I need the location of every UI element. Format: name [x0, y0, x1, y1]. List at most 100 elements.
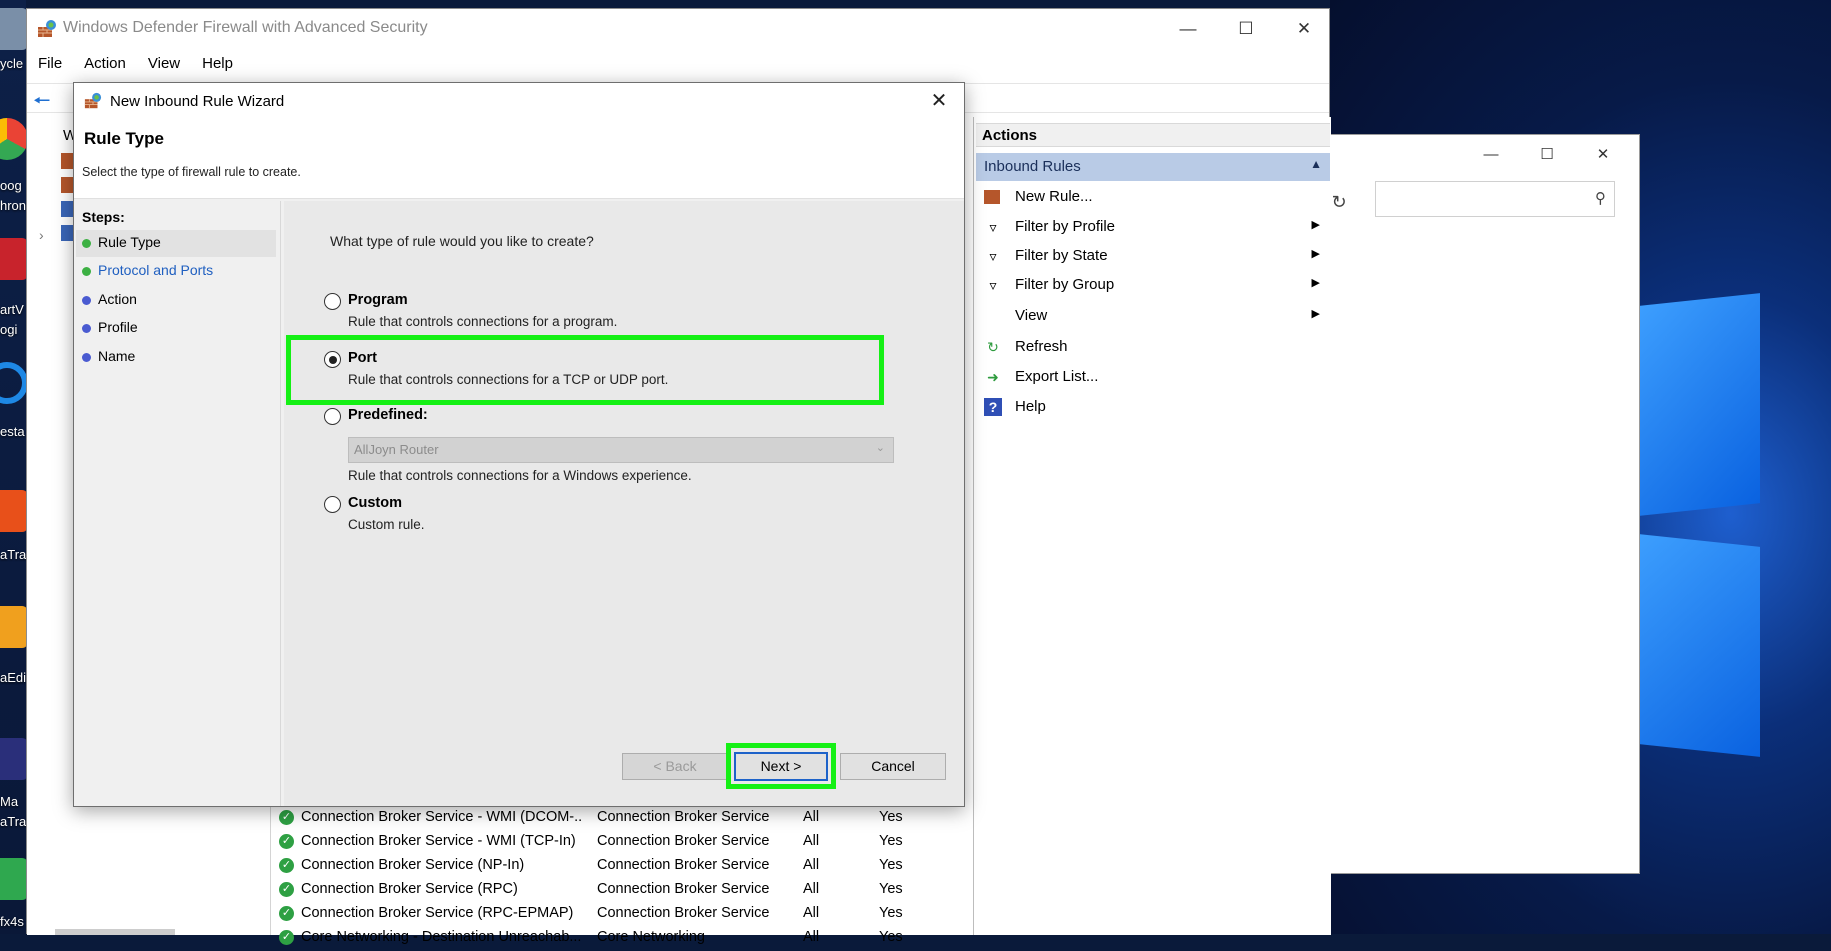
explorer-window: — ☐ ✕ ↻ ⚲ [1320, 134, 1640, 874]
radio-predefined[interactable] [324, 408, 341, 425]
smartvision-icon[interactable] [0, 238, 28, 280]
new-inbound-rule-wizard: New Inbound Rule Wizard ✕ Rule Type Sele… [73, 82, 965, 807]
close-icon[interactable]: ✕ [922, 85, 956, 117]
recycle-bin-icon[interactable] [0, 8, 28, 50]
action-filter-by-state[interactable]: ▿ Filter by State ▶ [976, 242, 1330, 270]
step-label: Name [98, 348, 136, 364]
rule-enabled: Yes [879, 833, 903, 849]
manager-icon[interactable] [0, 738, 28, 780]
cancel-button[interactable]: Cancel [840, 753, 946, 780]
action-export-list[interactable]: ➜ Export List... [976, 363, 1330, 391]
rule-profile: All [803, 833, 820, 849]
step-label: Action [98, 291, 137, 307]
rule-group: Connection Broker Service [597, 881, 770, 897]
menu-view[interactable]: View [137, 53, 191, 79]
table-row[interactable]: ✓ Connection Broker Service (RPC) Connec… [271, 879, 971, 903]
collapse-up-icon[interactable]: ▲ [1310, 157, 1322, 171]
windows-logo-pane [1630, 293, 1760, 517]
desktop-label: ogi [0, 322, 18, 337]
restore-icon[interactable] [0, 362, 28, 404]
step-dot-icon [82, 353, 91, 362]
rule-profile: All [803, 809, 820, 825]
actions-pane: Actions Inbound Rules ▲ New Rule... ▿ Fi… [973, 117, 1331, 935]
action-help[interactable]: ? Help [976, 393, 1330, 421]
minimize-icon[interactable]: — [1471, 141, 1511, 169]
submenu-arrow-icon: ▶ [1311, 277, 1320, 289]
action-filter-by-group[interactable]: ▿ Filter by Group ▶ [976, 271, 1330, 299]
minimize-icon[interactable]: — [1165, 13, 1211, 45]
submenu-arrow-icon: ▶ [1311, 219, 1320, 231]
desktop-label: ycle [0, 56, 24, 71]
table-row[interactable]: ✓ Connection Broker Service - WMI (TCP-I… [271, 831, 971, 855]
next-button[interactable]: Next > [734, 752, 828, 781]
actions-group-inbound-rules[interactable]: Inbound Rules ▲ [976, 153, 1330, 181]
rule-group: Core Networking [597, 929, 705, 945]
maximize-icon[interactable]: ☐ [1527, 141, 1567, 169]
table-row[interactable]: ✓ Connection Broker Service (RPC-EPMAP) … [271, 903, 971, 927]
rule-profile: All [803, 929, 820, 945]
step-profile[interactable]: Profile [76, 315, 276, 342]
rule-enabled: Yes [879, 905, 903, 921]
page-title: Rule Type [84, 129, 164, 148]
enabled-check-icon: ✓ [279, 834, 294, 849]
radio-program[interactable] [324, 293, 341, 310]
new-rule-icon [984, 190, 1000, 204]
title-bar: Windows Defender Firewall with Advanced … [27, 9, 1329, 49]
chevron-right-icon[interactable]: › [39, 227, 44, 243]
rule-type-content: What type of rule would you like to crea… [284, 201, 964, 806]
option-label: Custom [348, 495, 402, 511]
search-icon: ⚲ [1595, 190, 1606, 207]
firewall-app-icon [38, 20, 56, 37]
option-desc: Rule that controls connections for a pro… [348, 314, 618, 329]
action-refresh[interactable]: ↻ Refresh [976, 333, 1330, 361]
desktop-label: aTra [0, 547, 26, 562]
step-protocol-and-ports[interactable]: Protocol and Ports [76, 258, 276, 285]
rule-group: Connection Broker Service [597, 833, 770, 849]
maximize-icon[interactable]: ☐ [1223, 13, 1269, 45]
rule-enabled: Yes [879, 929, 903, 945]
step-name[interactable]: Name [76, 344, 276, 371]
desktop-label: artV [0, 302, 24, 317]
editor-icon[interactable] [0, 606, 28, 648]
step-label: Profile [98, 319, 138, 335]
search-input[interactable]: ⚲ [1375, 181, 1615, 217]
action-label: View [1015, 307, 1048, 324]
port-option-highlight [286, 335, 884, 405]
rule-enabled: Yes [879, 809, 903, 825]
tool-icon[interactable] [0, 858, 28, 900]
rule-enabled: Yes [879, 857, 903, 873]
back-arrow-icon[interactable]: 🠔 [33, 86, 51, 120]
close-icon[interactable]: ✕ [1583, 141, 1623, 169]
export-icon: ➜ [987, 369, 999, 385]
rule-profile: All [803, 881, 820, 897]
action-filter-by-profile[interactable]: ▿ Filter by Profile ▶ [976, 213, 1330, 241]
step-dot-icon [82, 267, 91, 276]
option-desc: Rule that controls connections for a TCP… [348, 372, 669, 387]
menu-action[interactable]: Action [73, 53, 137, 79]
table-row[interactable]: ✓ Core Networking - Destination Unreacha… [271, 927, 971, 951]
close-icon[interactable]: ✕ [1281, 13, 1327, 45]
radio-custom[interactable] [324, 496, 341, 513]
enabled-check-icon: ✓ [279, 810, 294, 825]
menu-file[interactable]: File [27, 53, 73, 79]
back-button[interactable]: < Back [622, 753, 728, 780]
action-label: New Rule... [1015, 188, 1093, 205]
desktop-label: aTrac [0, 814, 26, 829]
menu-help[interactable]: Help [191, 53, 244, 79]
refresh-icon: ↻ [987, 339, 999, 355]
step-action[interactable]: Action [76, 287, 276, 314]
rule-name: Connection Broker Service (NP-In) [301, 857, 525, 873]
enabled-check-icon: ✓ [279, 906, 294, 921]
step-rule-type[interactable]: Rule Type [76, 230, 276, 257]
action-view[interactable]: View ▶ [976, 302, 1330, 330]
datatraveler-icon[interactable] [0, 490, 28, 532]
rule-name: Connection Broker Service (RPC) [301, 881, 518, 897]
horizontal-scrollbar[interactable] [55, 929, 175, 935]
predefined-dropdown[interactable]: AllJoyn Router ⌄ [348, 437, 894, 463]
step-label: Protocol and Ports [98, 262, 214, 278]
action-new-rule[interactable]: New Rule... [976, 183, 1330, 211]
table-row[interactable]: ✓ Connection Broker Service - WMI (DCOM-… [271, 807, 971, 831]
radio-port[interactable] [324, 351, 341, 368]
table-row[interactable]: ✓ Connection Broker Service (NP-In) Conn… [271, 855, 971, 879]
chrome-icon[interactable] [0, 118, 28, 160]
